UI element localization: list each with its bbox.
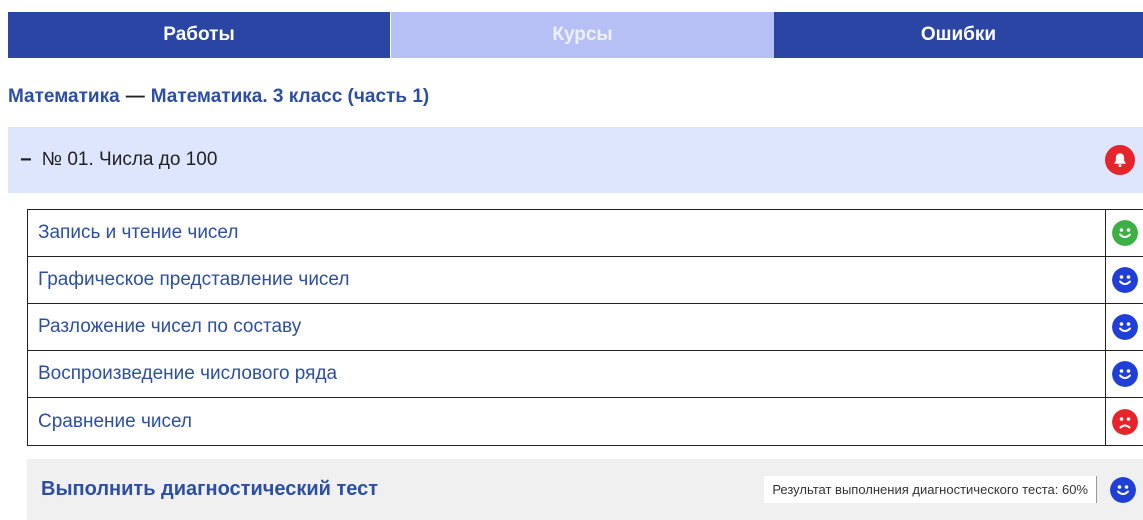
tab-courses[interactable]: Курсы	[391, 12, 774, 58]
list-item: Разложение чисел по составу	[28, 304, 1143, 351]
run-diagnostic-test-button[interactable]: Выполнить диагностический тест	[41, 478, 764, 501]
happy-face-icon	[1111, 267, 1138, 293]
happy-face-icon	[1111, 314, 1138, 340]
topic-list: Запись и чтение чисел Графическое предст…	[27, 209, 1143, 446]
list-item: Сравнение чисел	[28, 398, 1143, 445]
breadcrumb-course[interactable]: Математика. 3 класс (часть 1)	[151, 86, 430, 108]
list-item: Запись и чтение чисел	[28, 210, 1143, 257]
list-item: Графическое представление чисел	[28, 257, 1143, 304]
happy-face-icon	[1110, 476, 1136, 503]
bell-glyph	[1114, 153, 1126, 168]
section-title: № 01. Числа до 100	[41, 149, 218, 170]
diagnostic-result-text: Результат выполнения диагностического те…	[764, 476, 1097, 503]
collapse-toggle[interactable]: −	[20, 149, 32, 172]
topic-link[interactable]: Воспроизведение числового ряда	[28, 363, 1105, 385]
breadcrumb-subject[interactable]: Математика	[8, 86, 120, 108]
section-header[interactable]: − № 01. Числа до 100	[8, 127, 1143, 193]
tab-errors[interactable]: Ошибки	[774, 12, 1143, 58]
main-tabs: Работы Курсы Ошибки	[8, 12, 1143, 58]
breadcrumb: Математика — Математика. 3 класс (часть …	[8, 86, 429, 108]
topic-link[interactable]: Сравнение чисел	[28, 411, 1105, 433]
tab-works[interactable]: Работы	[8, 12, 390, 58]
list-item: Воспроизведение числового ряда	[28, 351, 1143, 398]
diagnostic-test-row: Выполнить диагностический тест Результат…	[27, 459, 1143, 520]
bell-icon[interactable]	[1105, 145, 1135, 175]
breadcrumb-separator: —	[125, 86, 145, 107]
topic-link[interactable]: Запись и чтение чисел	[28, 222, 1105, 244]
sad-face-icon	[1111, 408, 1138, 435]
topic-link[interactable]: Графическое представление чисел	[28, 269, 1105, 291]
happy-face-icon	[1111, 361, 1138, 387]
topic-link[interactable]: Разложение чисел по составу	[28, 316, 1105, 338]
happy-face-icon	[1111, 220, 1138, 246]
